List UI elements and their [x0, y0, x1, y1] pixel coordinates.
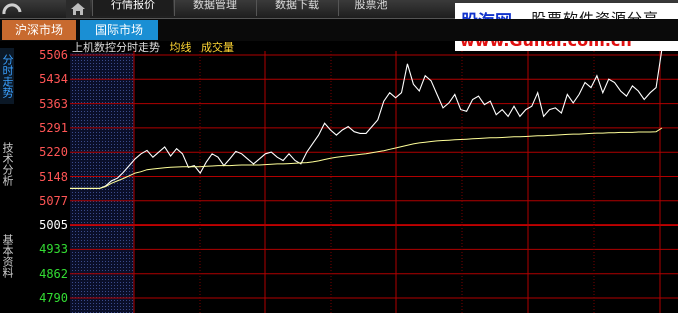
avg-series-line — [70, 127, 663, 189]
price-series-line — [70, 48, 663, 189]
intraday-chart[interactable] — [0, 0, 678, 313]
